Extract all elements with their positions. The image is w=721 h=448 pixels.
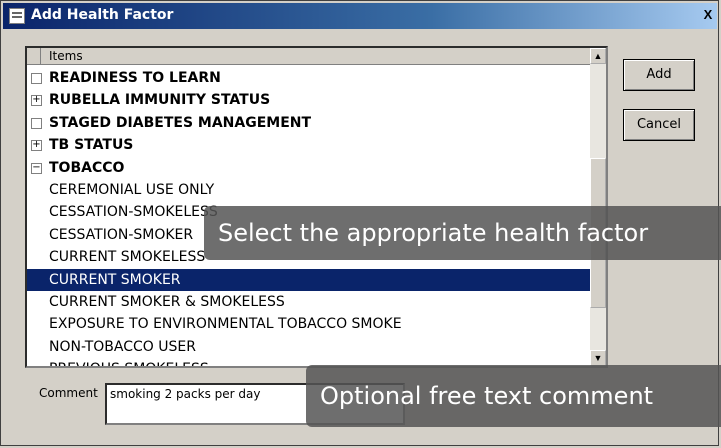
collapse-icon[interactable]: − bbox=[31, 162, 42, 174]
list-item-label: EXPOSURE TO ENVIRONMENTAL TOBACCO SMOKE bbox=[49, 316, 402, 333]
close-icon[interactable]: X bbox=[701, 7, 715, 23]
list-item-label: READINESS TO LEARN bbox=[49, 70, 221, 86]
cancel-button[interactable]: Cancel bbox=[623, 109, 695, 141]
select-health-factor-callout: Select the appropriate health factor bbox=[204, 206, 721, 260]
title-bar: Add Health Factor X bbox=[3, 3, 717, 29]
list-item-label: CESSATION-SMOKER bbox=[49, 226, 194, 243]
leaf-box-icon bbox=[31, 117, 42, 129]
list-item-label: STAGED DIABETES MANAGEMENT bbox=[49, 114, 312, 131]
expand-icon[interactable]: + bbox=[31, 95, 42, 107]
list-item[interactable]: + TB STATUS bbox=[27, 134, 590, 156]
list-header-items: Items bbox=[27, 48, 590, 65]
scroll-up-arrow-icon[interactable]: ▲ bbox=[590, 48, 606, 64]
dialog-title: Add Health Factor bbox=[31, 7, 174, 23]
list-item[interactable]: STAGED DIABETES MANAGEMENT bbox=[27, 112, 590, 134]
list-item-label: RUBELLA IMMUNITY STATUS bbox=[49, 92, 271, 109]
list-item[interactable]: CURRENT SMOKER & SMOKELESS bbox=[27, 291, 590, 313]
list-item-label: TOBACCO bbox=[49, 159, 125, 176]
list-item-label: PREVIOUS SMOKELESS bbox=[49, 361, 209, 366]
list-item-label: CURRENT SMOKER bbox=[49, 271, 181, 288]
list-item-label: TB STATUS bbox=[49, 137, 134, 154]
leaf-box-icon bbox=[31, 73, 42, 84]
window-icon bbox=[9, 8, 25, 24]
comment-callout: Optional free text comment bbox=[306, 365, 721, 427]
add-button[interactable]: Add bbox=[623, 59, 695, 91]
list-item-label: CURRENT SMOKER & SMOKELESS bbox=[49, 293, 285, 310]
comment-label: Comment bbox=[39, 386, 98, 400]
list-item-label: CEREMONIAL USE ONLY bbox=[49, 181, 215, 198]
list-item-label: CESSATION-SMOKELESS bbox=[49, 204, 218, 221]
list-item[interactable]: + RUBELLA IMMUNITY STATUS bbox=[27, 89, 590, 111]
list-item-label: CURRENT SMOKELESS bbox=[49, 249, 206, 266]
list-item[interactable]: CEREMONIAL USE ONLY bbox=[27, 179, 590, 201]
add-health-factor-dialog: Add Health Factor X Items READINESS TO L… bbox=[0, 0, 721, 446]
scroll-down-arrow-icon[interactable]: ▼ bbox=[590, 350, 606, 366]
list-item[interactable]: READINESS TO LEARN bbox=[27, 67, 590, 89]
list-item[interactable]: − TOBACCO bbox=[27, 157, 590, 179]
list-item[interactable]: CURRENT SMOKER bbox=[27, 268, 590, 291]
list-item[interactable]: EXPOSURE TO ENVIRONMENTAL TOBACCO SMOKE bbox=[27, 313, 590, 335]
list-item[interactable]: NON-TOBACCO USER bbox=[27, 336, 590, 358]
expand-icon[interactable]: + bbox=[31, 140, 42, 152]
list-item-label: NON-TOBACCO USER bbox=[49, 338, 196, 355]
